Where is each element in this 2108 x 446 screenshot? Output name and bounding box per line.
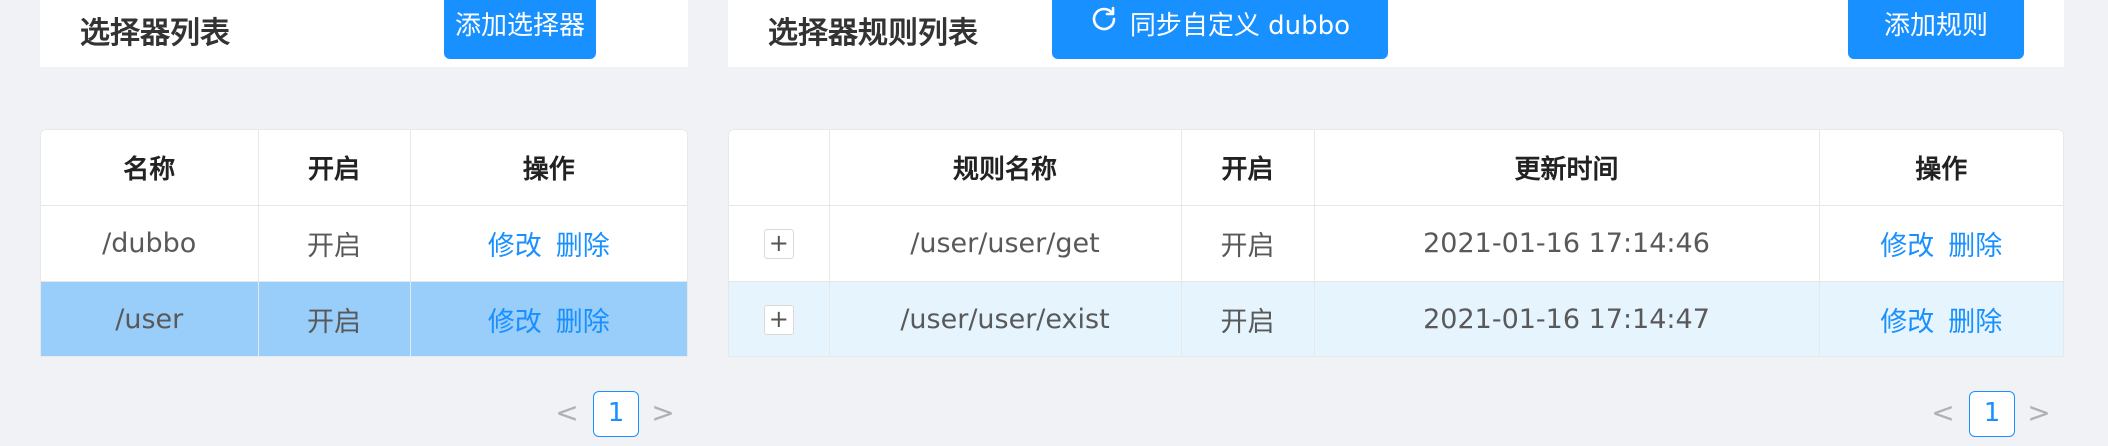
- delete-link[interactable]: 删除: [1948, 307, 2002, 338]
- selector-table-header-row: 名称 开启 操作: [41, 130, 687, 206]
- delete-link[interactable]: 删除: [556, 307, 610, 338]
- column-header-enabled: 开启: [1181, 130, 1315, 206]
- sync-dubbo-button[interactable]: 同步自定义 dubbo: [1052, 0, 1388, 59]
- rule-name: /user/user/exist: [829, 281, 1182, 356]
- column-header-rule-name: 规则名称: [829, 130, 1182, 206]
- actions-cell: 修改 删除: [410, 281, 687, 356]
- chevron-right-icon[interactable]: >: [2024, 397, 2054, 431]
- selector-name: /user: [41, 281, 259, 356]
- plus-icon: +: [768, 229, 789, 258]
- page-button-1[interactable]: 1: [593, 391, 639, 437]
- table-row[interactable]: + /user/user/exist 开启 2021-01-16 17:14:4…: [729, 281, 2063, 356]
- chevron-left-icon[interactable]: <: [1928, 397, 1958, 431]
- expand-row-button[interactable]: +: [763, 305, 794, 336]
- rule-name: /user/user/get: [829, 205, 1182, 282]
- delete-link[interactable]: 删除: [1948, 231, 2002, 262]
- expand-cell: +: [729, 281, 830, 356]
- add-rule-button-label: 添加规则: [1883, 11, 1988, 41]
- edit-link[interactable]: 修改: [488, 231, 542, 262]
- edit-link[interactable]: 修改: [488, 307, 542, 338]
- table-row[interactable]: /dubbo 开启 修改 删除: [41, 205, 687, 282]
- updated-time: 2021-01-16 17:14:47: [1314, 281, 1820, 356]
- column-header-expand: [729, 130, 830, 206]
- rule-list-header: 选择器规则列表 同步自定义 dubbo 添加规则: [728, 0, 2064, 67]
- chevron-right-icon[interactable]: >: [648, 397, 678, 431]
- updated-time: 2021-01-16 17:14:46: [1314, 205, 1820, 282]
- selector-table: 名称 开启 操作 /dubbo 开启 修改 删除 /user 开启 修改 删除: [40, 129, 688, 357]
- selector-list-header: 选择器列表 添加选择器: [40, 0, 688, 67]
- status-badge: 开启: [1181, 281, 1315, 356]
- delete-link[interactable]: 删除: [556, 231, 610, 262]
- rule-list-title: 选择器规则列表: [768, 16, 978, 51]
- edit-link[interactable]: 修改: [1880, 231, 1934, 262]
- table-row[interactable]: /user 开启 修改 删除: [41, 281, 687, 356]
- status-badge: 开启: [258, 281, 411, 356]
- page-button-1[interactable]: 1: [1969, 391, 2015, 437]
- rule-table-header-row: 规则名称 开启 更新时间 操作: [729, 130, 2063, 206]
- add-selector-button[interactable]: 添加选择器: [444, 0, 596, 59]
- add-selector-button-label: 添加选择器: [454, 11, 585, 41]
- actions-cell: 修改 删除: [410, 205, 687, 282]
- selector-pagination: < 1 >: [552, 391, 680, 437]
- add-rule-button[interactable]: 添加规则: [1848, 0, 2024, 59]
- sync-icon: [1090, 0, 1118, 54]
- column-header-actions: 操作: [410, 130, 687, 206]
- rule-pagination: < 1 >: [1928, 391, 2056, 437]
- expand-cell: +: [729, 205, 830, 282]
- status-badge: 开启: [258, 205, 411, 282]
- sync-dubbo-button-label: 同步自定义 dubbo: [1129, 11, 1351, 41]
- actions-cell: 修改 删除: [1819, 281, 2063, 356]
- plus-icon: +: [768, 305, 789, 334]
- table-row[interactable]: + /user/user/get 开启 2021-01-16 17:14:46 …: [729, 205, 2063, 282]
- status-badge: 开启: [1181, 205, 1315, 282]
- column-header-name: 名称: [41, 130, 259, 206]
- selector-list-title: 选择器列表: [80, 16, 230, 51]
- selector-name: /dubbo: [41, 205, 259, 282]
- column-header-enabled: 开启: [258, 130, 411, 206]
- chevron-left-icon[interactable]: <: [552, 397, 582, 431]
- rule-table: 规则名称 开启 更新时间 操作 + /user/user/get 开启 2021…: [728, 129, 2064, 357]
- column-header-updated-time: 更新时间: [1314, 130, 1820, 206]
- expand-row-button[interactable]: +: [763, 229, 794, 260]
- column-header-actions: 操作: [1819, 130, 2063, 206]
- actions-cell: 修改 删除: [1819, 205, 2063, 282]
- edit-link[interactable]: 修改: [1880, 307, 1934, 338]
